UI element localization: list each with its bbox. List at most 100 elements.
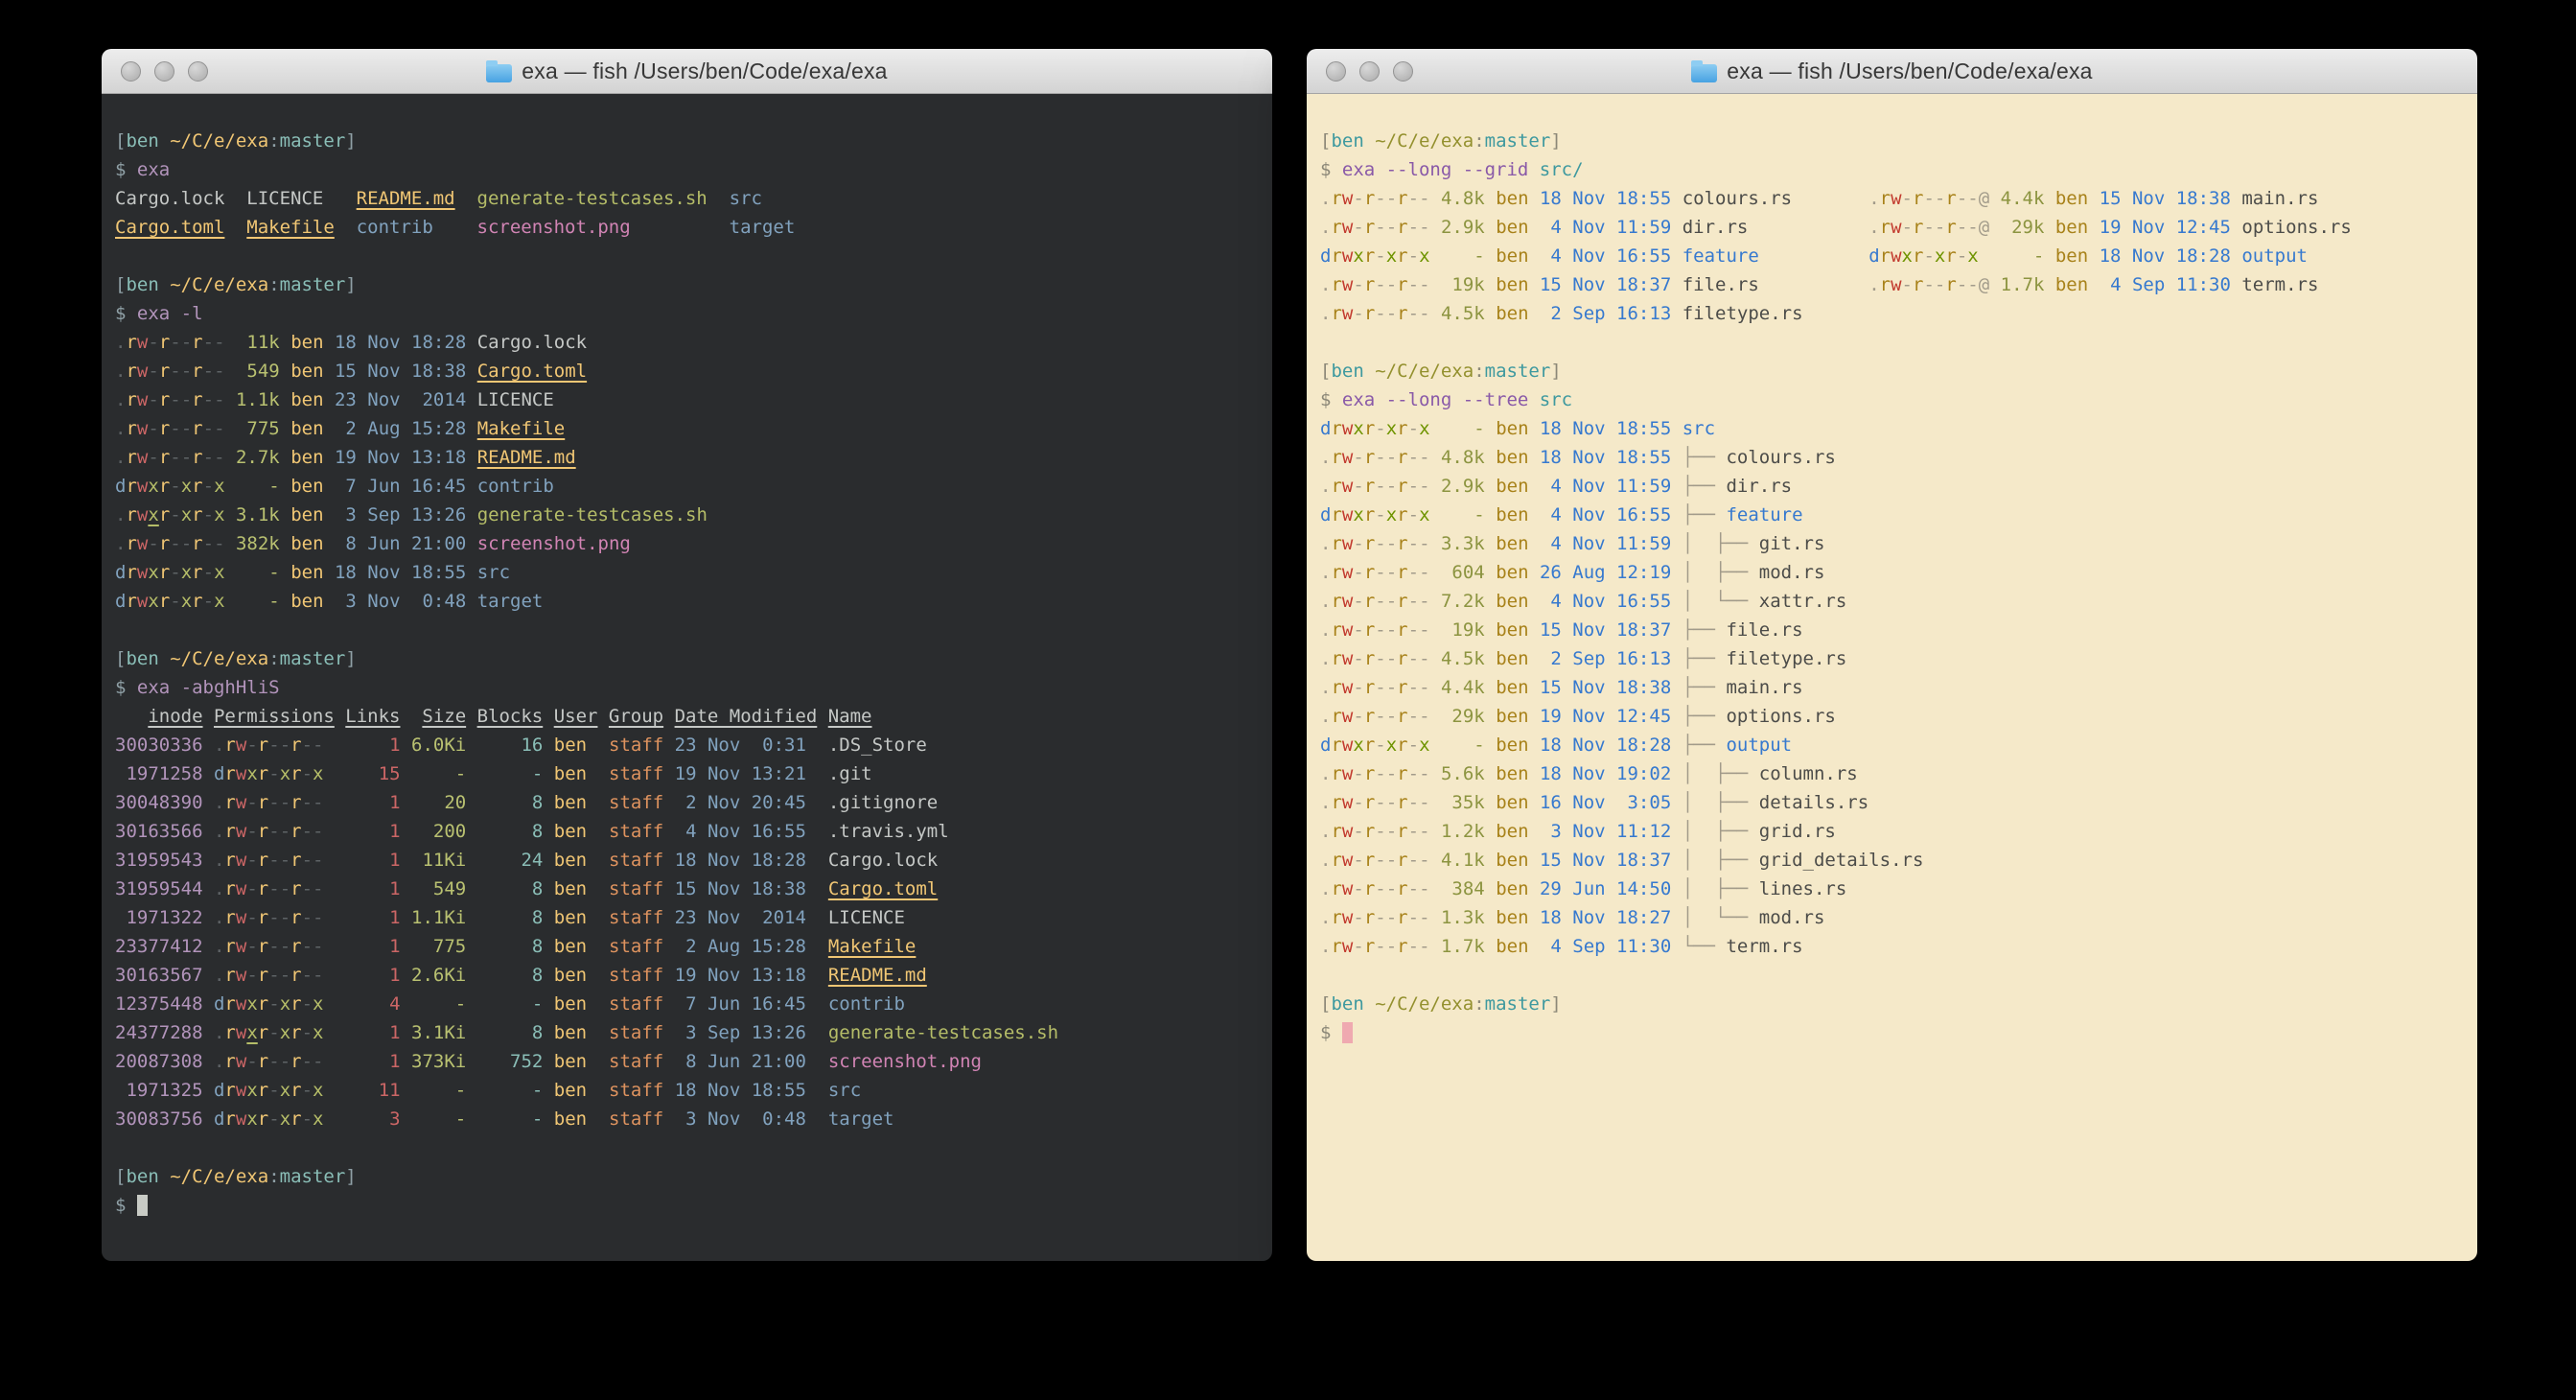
- permission-char: -: [1353, 591, 1363, 612]
- terminal-line: .rwxr-xr-x 3.1k ben 3 Sep 13:26 generate…: [115, 501, 1260, 529]
- text-segment: 4 Nov 16:55: [675, 821, 806, 842]
- permission-char: r: [1364, 245, 1375, 267]
- permission-char: -: [280, 821, 290, 842]
- permission-char: -: [1353, 907, 1363, 928]
- text-segment: [1430, 418, 1441, 439]
- zoom-button[interactable]: [188, 61, 208, 82]
- text-segment: ~/C/e/exa: [1375, 993, 1474, 1015]
- permission-char: r: [258, 763, 268, 784]
- permission-char: .: [1320, 447, 1331, 468]
- terminal-line: $ exa: [115, 155, 1260, 184]
- permission-char: -: [246, 1051, 257, 1072]
- terminal-content[interactable]: [ben ~/C/e/exa:master]$ exa --long --gri…: [1307, 94, 2477, 1261]
- permission-char: -: [302, 1080, 313, 1101]
- terminal-line: 1971322 .rw-r--r-- 1 1.1Ki 8 ben staff 2…: [115, 903, 1260, 932]
- text-segment: staff: [609, 792, 663, 813]
- text-segment: [324, 1051, 346, 1072]
- permission-char: -: [246, 850, 257, 871]
- permission-char: r: [1331, 274, 1341, 295]
- text-segment: [401, 735, 411, 756]
- text-segment: feature: [1683, 245, 1759, 267]
- terminal-content[interactable]: [ben ~/C/e/exa:master]$ exaCargo.lock LI…: [102, 94, 1272, 1261]
- text-segment: ben: [554, 936, 587, 957]
- permission-char: .: [214, 907, 224, 928]
- text-segment: 30083756: [115, 1108, 203, 1130]
- permission-char: r: [1880, 188, 1891, 209]
- text-segment: [203, 735, 214, 756]
- text-segment: [324, 562, 335, 583]
- text-segment: 2.7k: [236, 447, 280, 468]
- permission-char: -: [1353, 648, 1363, 669]
- text-segment: [466, 418, 476, 439]
- text-segment: ben: [1496, 533, 1528, 554]
- text-segment: 6.0Ki: [411, 735, 466, 756]
- text-segment: Blocks: [477, 706, 544, 727]
- terminal-line: 12375448 drwxr-xr-x 4 - - ben staff 7 Ju…: [115, 990, 1260, 1018]
- close-button[interactable]: [1326, 61, 1346, 82]
- terminal-line: .rw-r--r-- 19k ben 15 Nov 18:37 ├── file…: [1320, 616, 2465, 644]
- minimize-button[interactable]: [154, 61, 174, 82]
- text-segment: [466, 735, 476, 756]
- text-segment: [1671, 735, 1682, 756]
- text-segment: [543, 821, 553, 842]
- text-segment: [806, 936, 828, 957]
- minimize-button[interactable]: [1359, 61, 1380, 82]
- terminal-line: .rw-r--r-- 384 ben 29 Jun 14:50 │ ├── li…: [1320, 875, 2465, 903]
- titlebar[interactable]: exa — fish /Users/ben/Code/exa/exa: [1307, 49, 2477, 94]
- permission-char: .: [1320, 648, 1331, 669]
- permission-char: -: [1408, 936, 1419, 957]
- text-segment: 1971322: [115, 907, 203, 928]
- text-segment: [225, 361, 236, 382]
- permission-char: -: [268, 936, 279, 957]
- text-segment: 549: [236, 361, 280, 382]
- terminal-line: [ben ~/C/e/exa:master]: [115, 270, 1260, 299]
- permission-char: -: [1375, 217, 1385, 238]
- permission-char: x: [181, 562, 192, 583]
- permission-char: w: [1342, 677, 1353, 698]
- text-segment: │ ├──: [1683, 763, 1759, 784]
- text-segment: dir.rs: [1726, 476, 1792, 497]
- text-segment: src/: [1540, 159, 1584, 180]
- permission-char: -: [1419, 591, 1429, 612]
- permission-char: r: [1880, 217, 1891, 238]
- text-segment: 24: [477, 850, 544, 871]
- text-segment: ben: [1496, 504, 1528, 525]
- zoom-button[interactable]: [1393, 61, 1413, 82]
- text-segment: ben: [290, 562, 323, 583]
- permission-char: .: [1320, 677, 1331, 698]
- text-segment: [203, 1051, 214, 1072]
- text-segment: [1430, 562, 1441, 583]
- titlebar[interactable]: exa — fish /Users/ben/Code/exa/exa: [102, 49, 1272, 94]
- text-segment: [324, 1108, 346, 1130]
- permission-char: -: [1386, 619, 1397, 641]
- permission-char: -: [1386, 850, 1397, 871]
- text-segment: [1529, 878, 1540, 899]
- permission-char: r: [1364, 821, 1375, 842]
- text-segment: [280, 562, 290, 583]
- permission-char: -: [203, 562, 214, 583]
- permission-char: -: [203, 447, 214, 468]
- text-segment: 2 Aug 15:28: [335, 418, 466, 439]
- text-segment: [587, 907, 609, 928]
- permission-char: r: [1397, 476, 1407, 497]
- permission-char: w: [137, 504, 148, 525]
- text-segment: [1529, 447, 1540, 468]
- text-segment: exa --long --tree: [1342, 389, 1540, 410]
- text-segment: [663, 821, 674, 842]
- text-segment: [543, 965, 553, 986]
- text-segment: [1529, 245, 1540, 267]
- text-segment: [1485, 591, 1496, 612]
- text-segment: ben: [1496, 821, 1528, 842]
- text-segment: ben: [554, 850, 587, 871]
- text-segment: [1529, 850, 1540, 871]
- text-segment: master: [1485, 130, 1551, 152]
- permission-char: -: [1408, 619, 1419, 641]
- permission-char: r: [1331, 648, 1341, 669]
- text-segment: [400, 706, 422, 727]
- close-button[interactable]: [121, 61, 141, 82]
- permission-char: x: [1419, 735, 1429, 756]
- text-segment: 30163566: [115, 821, 203, 842]
- permission-char: -: [1419, 763, 1429, 784]
- permission-char: -: [1386, 447, 1397, 468]
- text-segment: [587, 1022, 609, 1043]
